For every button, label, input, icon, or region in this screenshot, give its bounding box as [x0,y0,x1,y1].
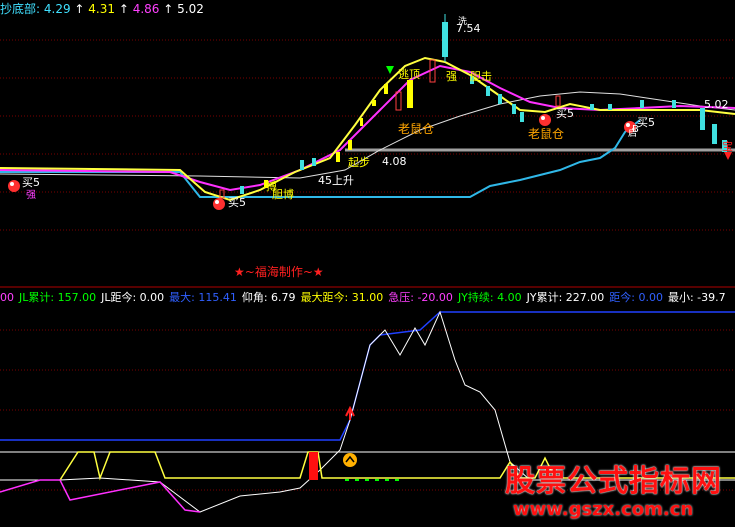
watermark: 股票公式指标网 www.gszx.com.cn [505,465,729,523]
magenta-osc-line [0,479,201,513]
label-buy-right: 买5 [556,107,574,120]
blue-max-line [0,311,735,441]
label-rat-pos-2: 老鼠仓 [528,127,565,141]
sub-header: 00 JL累计: 157.00 JL距今: 0.00 最大: 115.41 仰角: 6.… [0,290,731,306]
label-angle: 45上升 [318,174,354,187]
indicator-header: 抄底部: 4.29 ↑ 4.31 ↑ 4.86 ↑ 5.02 [0,2,204,16]
sub-header-item: 最小: -39.7 [667,291,726,304]
indicator-val2: 4.31 [88,2,116,16]
chart-canvas[interactable] [0,0,735,527]
label-buy-right2: 买5 [637,116,655,129]
price-line-label: 4.08 [382,155,407,168]
sub-header-item: JL距今: 0.00 [101,291,165,304]
watermark-url: www.gszx.com.cn [513,499,694,520]
label-buy-mid: 买5 [228,196,246,209]
indicator-name: 抄底部 [0,2,37,16]
sub-header-item: 急压: -20.00 [388,291,453,304]
candles [219,14,727,199]
sub-header-item: 最大: 115.41 [169,291,237,304]
signature: ★~福海制作~★ [234,265,324,279]
sub-header-item: 00 [0,291,14,304]
label-small: 洗 [458,17,468,27]
sub-header-item: JY持续: 4.00 [457,291,522,304]
indicator-val1: 4.29 [43,2,71,16]
indicator-val3: 4.86 [132,2,160,16]
watermark-title: 股票公式指标网 [505,464,722,499]
buy-marker-mid [213,198,225,210]
sub-header-item: JY累计: 227.00 [526,291,605,304]
label-red-right: 宝 [722,140,733,153]
label-strong: 强 [446,70,457,83]
label-buy-left-sub: 强 [26,190,36,201]
sub-header-item: 最大距今: 31.00 [300,291,384,304]
sub-header-item: 仰角: 6.79 [241,291,296,304]
main-grid [0,39,735,231]
label-rat-pos-1: 老鼠仓 [398,122,435,136]
label-escape: 逃顶 [398,68,420,81]
red-signal-bar [309,452,318,480]
label-fight3: 胆击 [470,70,492,83]
sub-header-item: JL累计: 157.00 [19,291,97,304]
label-fight2: 胆博 [272,188,294,201]
label-tiny-right: 启 [628,129,638,139]
buy-marker-left [8,180,20,192]
sub-header-item: 距今: 0.00 [609,291,663,304]
indicator-val4: 5.02 [177,2,204,16]
escape-arrow-icon [386,66,394,74]
price-now-label: 5.02 [704,98,729,111]
up-chevron-icon [343,453,357,467]
label-start: 起步 [348,156,370,169]
